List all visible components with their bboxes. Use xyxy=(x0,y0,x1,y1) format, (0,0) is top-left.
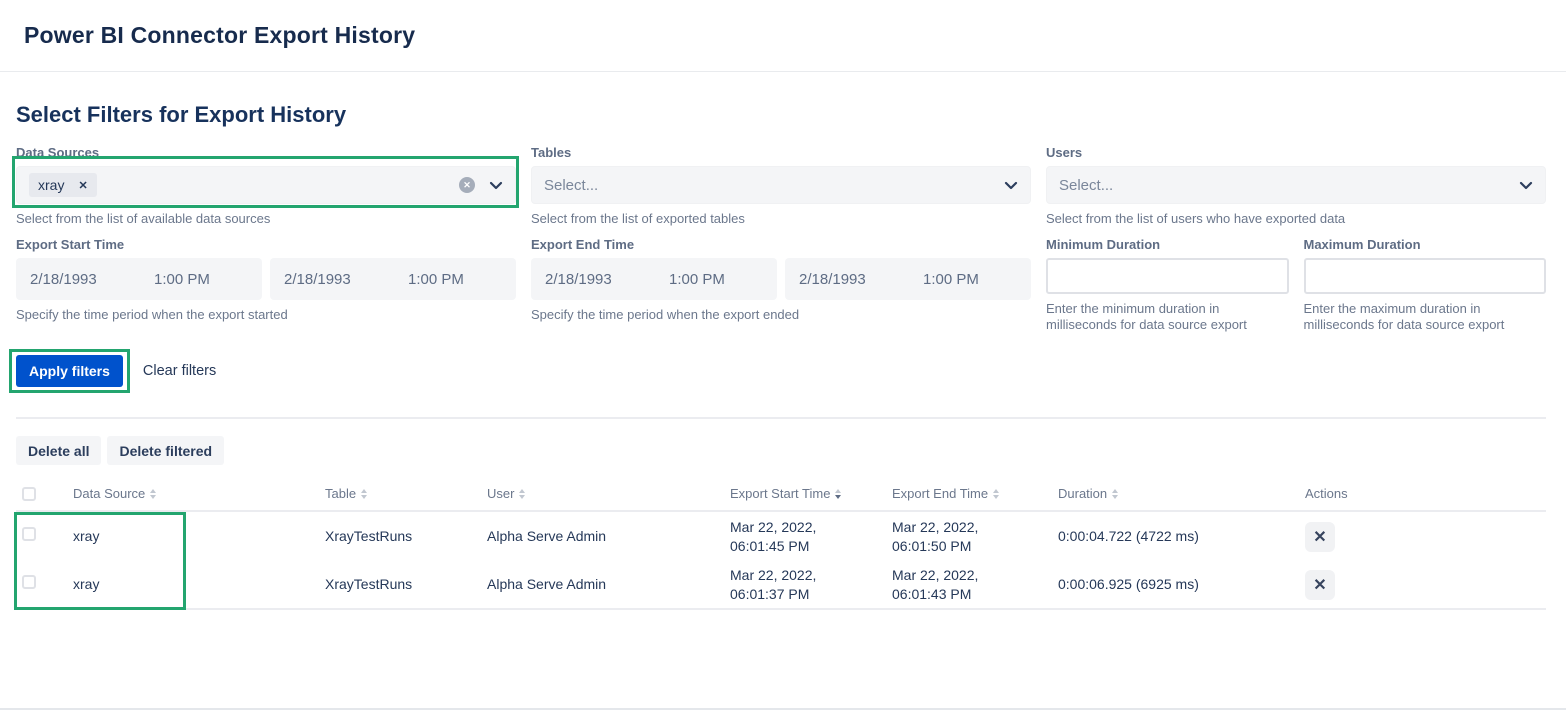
sort-icon xyxy=(519,489,525,499)
data-sources-label: Data Sources xyxy=(16,145,516,161)
delete-row-button[interactable]: ✕ xyxy=(1305,522,1335,552)
users-helper: Select from the list of users who have e… xyxy=(1046,211,1546,227)
filter-durations: Minimum Duration Enter the minimum durat… xyxy=(1046,237,1546,333)
cell-duration: 0:00:04.722 (4722 ms) xyxy=(1046,527,1293,546)
data-source-tag-label: xray xyxy=(38,177,64,193)
column-header-export-start-time[interactable]: Export Start Time xyxy=(718,486,880,501)
select-all-checkbox[interactable] xyxy=(22,487,36,501)
column-header-user[interactable]: User xyxy=(475,486,718,501)
users-placeholder: Select... xyxy=(1059,177,1113,194)
filters-grid: Data Sources xray ✕ ✕ Select from the li… xyxy=(16,145,1546,333)
clear-selection-icon[interactable]: ✕ xyxy=(459,177,475,193)
export-end-to-datetime[interactable]: 2/18/1993 1:00 PM xyxy=(785,258,1031,300)
page-header: Power BI Connector Export History xyxy=(0,0,1566,72)
row-checkbox[interactable] xyxy=(22,575,36,589)
export-end-to-time[interactable]: 1:00 PM xyxy=(923,271,979,288)
column-header-actions: Actions xyxy=(1293,486,1546,501)
export-end-helper: Specify the time period when the export … xyxy=(531,307,1031,323)
export-end-to-date[interactable]: 2/18/1993 xyxy=(799,271,909,288)
filter-min-duration: Minimum Duration Enter the minimum durat… xyxy=(1046,237,1289,333)
export-end-from-datetime[interactable]: 2/18/1993 1:00 PM xyxy=(531,258,777,300)
apply-filters-button[interactable]: Apply filters xyxy=(16,355,123,387)
filter-data-sources: Data Sources xray ✕ ✕ Select from the li… xyxy=(16,145,516,227)
max-duration-label: Maximum Duration xyxy=(1304,237,1547,253)
export-end-from-time[interactable]: 1:00 PM xyxy=(669,271,725,288)
column-header-data-source[interactable]: Data Source xyxy=(61,486,313,501)
column-header-export-end-time[interactable]: Export End Time xyxy=(880,486,1046,501)
min-duration-label: Minimum Duration xyxy=(1046,237,1289,253)
export-start-helper: Specify the time period when the export … xyxy=(16,307,516,323)
chevron-down-icon[interactable] xyxy=(1004,181,1018,190)
chevron-down-icon[interactable] xyxy=(489,181,503,190)
sort-icon xyxy=(361,489,367,499)
page-title: Power BI Connector Export History xyxy=(24,22,415,49)
max-duration-helper: Enter the maximum duration in millisecon… xyxy=(1304,301,1547,333)
clear-filters-button[interactable]: Clear filters xyxy=(143,363,216,379)
cell-export-end-time: Mar 22, 2022, 06:01:43 PM xyxy=(880,566,1046,604)
sort-icon xyxy=(1112,489,1118,499)
delete-icon: ✕ xyxy=(1313,527,1326,547)
tables-helper: Select from the list of exported tables xyxy=(531,211,1031,227)
main-content: Select Filters for Export History Data S… xyxy=(0,102,1566,610)
delete-all-button[interactable]: Delete all xyxy=(16,436,101,465)
cell-data-source: xray xyxy=(61,527,313,546)
delete-icon: ✕ xyxy=(1313,575,1326,595)
data-source-tag: xray ✕ xyxy=(29,173,97,197)
users-label: Users xyxy=(1046,145,1546,161)
cell-table: XrayTestRuns xyxy=(313,527,475,546)
column-header-duration[interactable]: Duration xyxy=(1046,486,1293,501)
row-checkbox[interactable] xyxy=(22,527,36,541)
filter-export-start-time: Export Start Time 2/18/1993 1:00 PM 2/18… xyxy=(16,237,516,333)
cell-export-start-time: Mar 22, 2022, 06:01:37 PM xyxy=(718,566,880,604)
export-end-time-label: Export End Time xyxy=(531,237,1031,253)
cell-user: Alpha Serve Admin xyxy=(475,527,718,546)
export-start-from-time[interactable]: 1:00 PM xyxy=(154,271,210,288)
column-header-table[interactable]: Table xyxy=(313,486,475,501)
filter-export-end-time: Export End Time 2/18/1993 1:00 PM 2/18/1… xyxy=(531,237,1031,333)
delete-buttons-row: Delete all Delete filtered xyxy=(16,436,1546,465)
tables-label: Tables xyxy=(531,145,1031,161)
cell-export-start-time: Mar 22, 2022, 06:01:45 PM xyxy=(718,518,880,556)
min-duration-input[interactable] xyxy=(1046,258,1289,294)
export-start-to-date[interactable]: 2/18/1993 xyxy=(284,271,394,288)
footer-divider xyxy=(0,708,1566,710)
data-sources-helper: Select from the list of available data s… xyxy=(16,211,516,227)
chevron-down-icon[interactable] xyxy=(1519,181,1533,190)
cell-duration: 0:00:06.925 (6925 ms) xyxy=(1046,575,1293,594)
table-row: xray XrayTestRuns Alpha Serve Admin Mar … xyxy=(16,561,1546,610)
users-select[interactable]: Select... xyxy=(1046,166,1546,204)
export-start-time-label: Export Start Time xyxy=(16,237,516,253)
sort-desc-icon xyxy=(835,489,841,499)
cell-export-end-time: Mar 22, 2022, 06:01:50 PM xyxy=(880,518,1046,556)
remove-tag-icon[interactable]: ✕ xyxy=(78,179,87,192)
table-row: xray XrayTestRuns Alpha Serve Admin Mar … xyxy=(16,512,1546,561)
delete-filtered-button[interactable]: Delete filtered xyxy=(107,436,224,465)
export-end-from-date[interactable]: 2/18/1993 xyxy=(545,271,655,288)
filter-max-duration: Maximum Duration Enter the maximum durat… xyxy=(1304,237,1547,333)
sort-icon xyxy=(993,489,999,499)
delete-row-button[interactable]: ✕ xyxy=(1305,570,1335,600)
filter-tables: Tables Select... Select from the list of… xyxy=(531,145,1031,227)
filter-actions-row: Apply filters Clear filters xyxy=(16,355,1546,387)
data-sources-select[interactable]: xray ✕ ✕ xyxy=(16,166,516,204)
section-divider xyxy=(16,417,1546,419)
export-history-table-body: xray XrayTestRuns Alpha Serve Admin Mar … xyxy=(16,512,1546,610)
cell-user: Alpha Serve Admin xyxy=(475,575,718,594)
filter-users: Users Select... Select from the list of … xyxy=(1046,145,1546,227)
sort-icon xyxy=(150,489,156,499)
max-duration-input[interactable] xyxy=(1304,258,1547,294)
tables-placeholder: Select... xyxy=(544,177,598,194)
export-start-to-time[interactable]: 1:00 PM xyxy=(408,271,464,288)
export-start-from-datetime[interactable]: 2/18/1993 1:00 PM xyxy=(16,258,262,300)
tables-select[interactable]: Select... xyxy=(531,166,1031,204)
filters-heading: Select Filters for Export History xyxy=(16,102,1546,128)
export-history-table-header: Data Source Table User Export Start Time… xyxy=(16,477,1546,512)
cell-data-source: xray xyxy=(61,575,313,594)
export-start-to-datetime[interactable]: 2/18/1993 1:00 PM xyxy=(270,258,516,300)
min-duration-helper: Enter the minimum duration in millisecon… xyxy=(1046,301,1289,333)
cell-table: XrayTestRuns xyxy=(313,575,475,594)
export-start-from-date[interactable]: 2/18/1993 xyxy=(30,271,140,288)
